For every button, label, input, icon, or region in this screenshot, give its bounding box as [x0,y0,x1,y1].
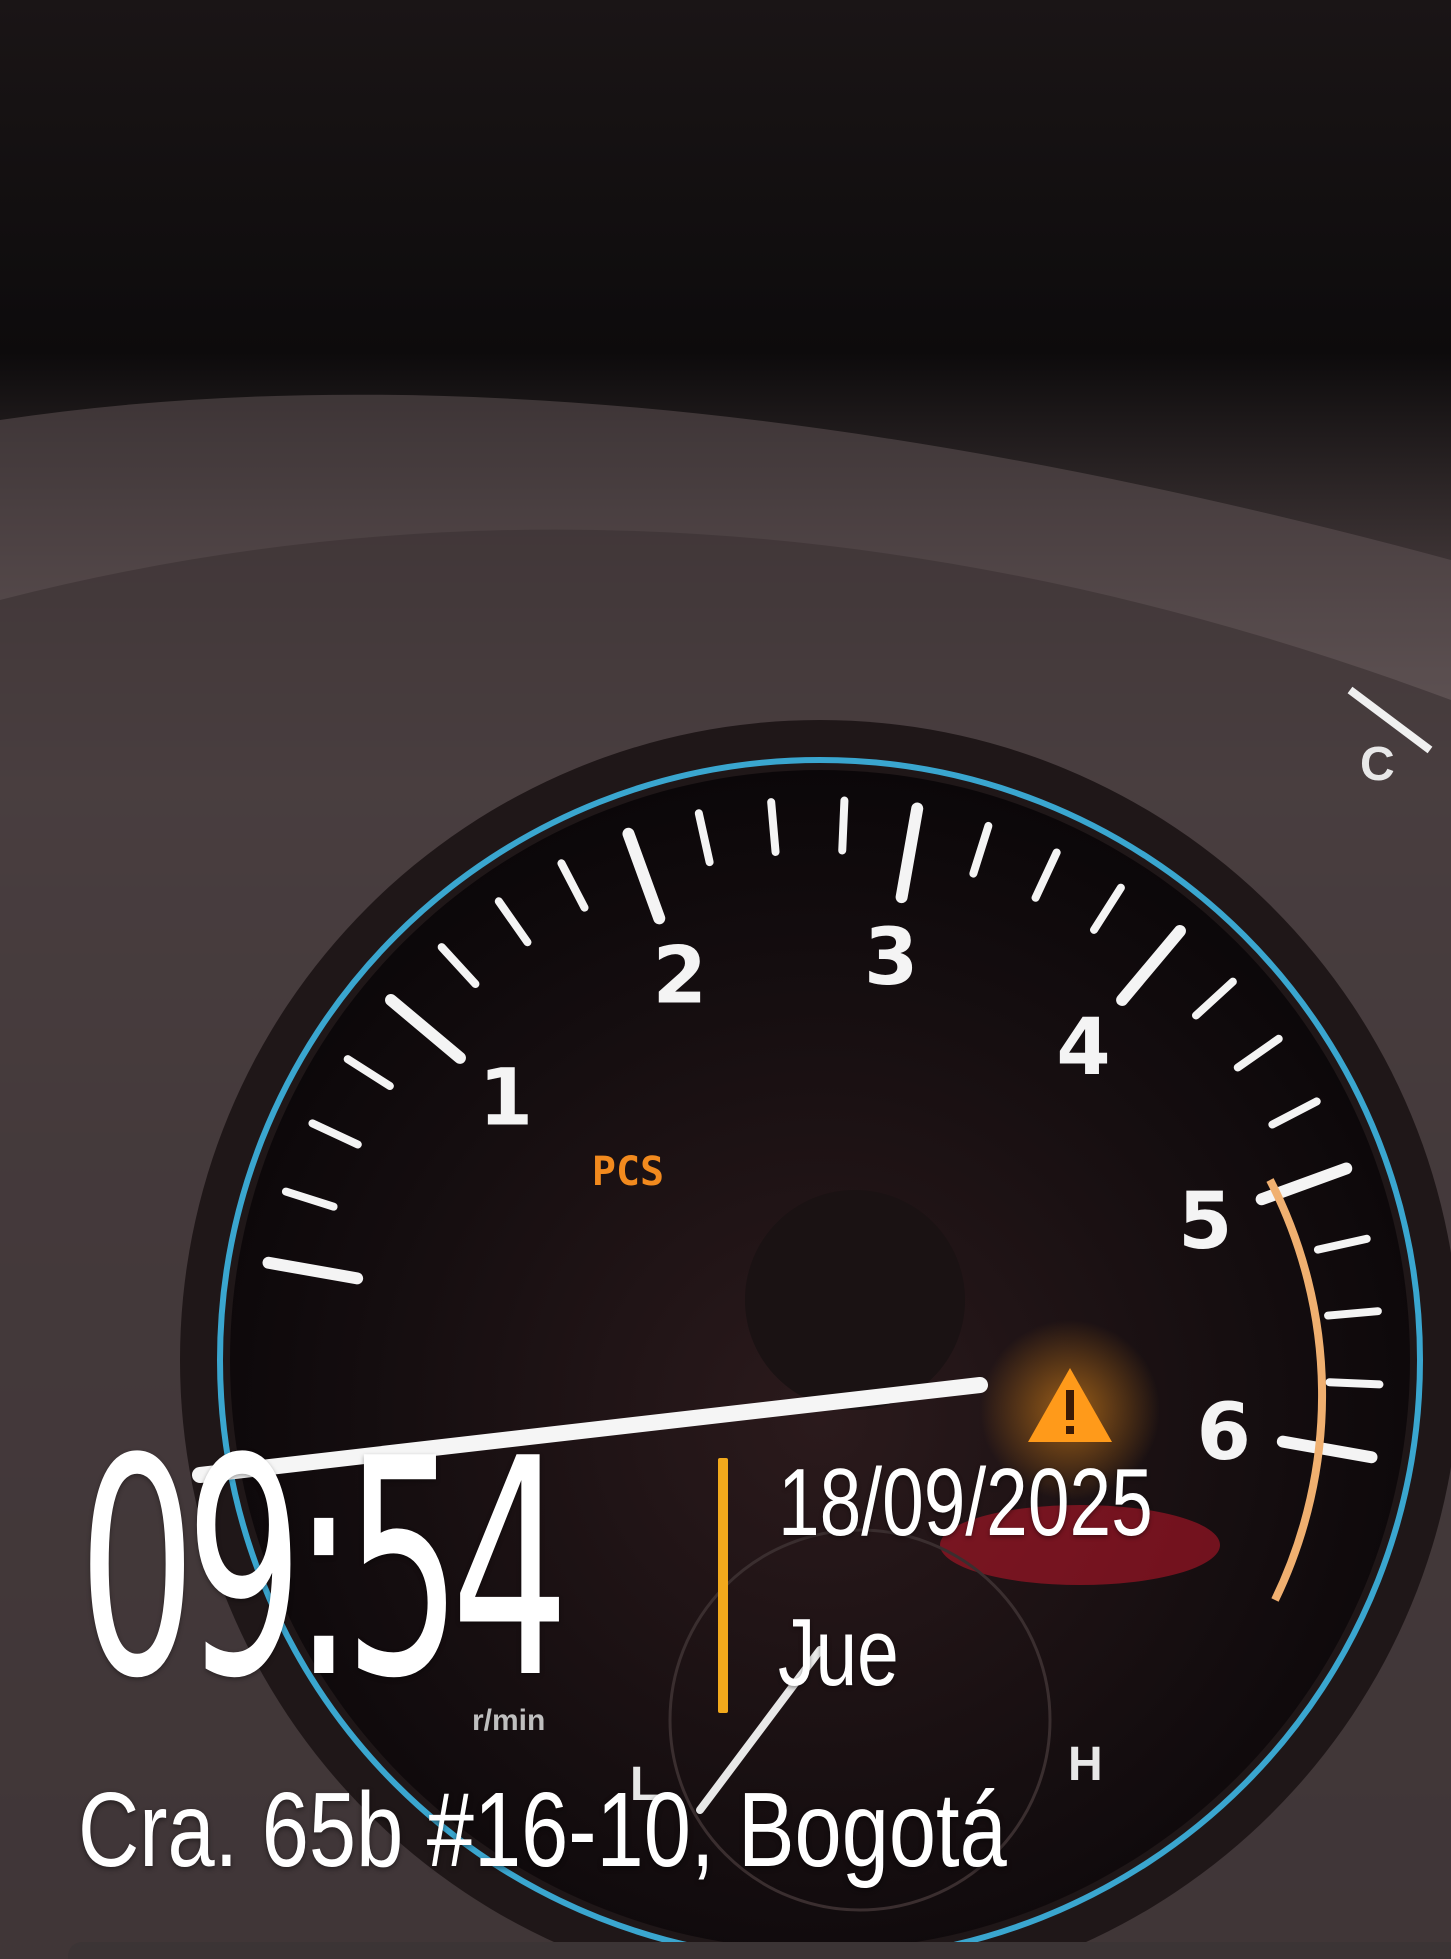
dial-numeral-4: 4 [1056,1003,1110,1093]
gauge-label-c: C [1360,738,1395,791]
minor-tick [1324,1307,1382,1320]
bottom-sheet-handle[interactable] [68,1942,1451,1959]
weekday-display: Jue [778,1599,899,1706]
date-display: 18/09/2025 [778,1449,1153,1556]
overlay-divider [718,1458,728,1713]
minor-tick [767,798,780,856]
dial-numeral-3: 3 [864,913,918,1003]
warning-exclamation [1066,1390,1074,1420]
time-display: 09:54 [78,1395,569,1744]
timestamp-overlay: 09:54 18/09/2025 Jue Cra. 65b #16-10, Bo… [78,1420,1378,1920]
dial-numeral-1: 1 [479,1053,533,1143]
pcs-indicator: PCS [592,1149,664,1195]
dial-numeral-5: 5 [1178,1177,1232,1267]
minor-tick [1325,1378,1384,1389]
needle-hub [745,1190,965,1410]
address-display: Cra. 65b #16-10, Bogotá [78,1771,1007,1889]
minor-tick [838,796,849,855]
dial-numeral-2: 2 [653,932,707,1022]
